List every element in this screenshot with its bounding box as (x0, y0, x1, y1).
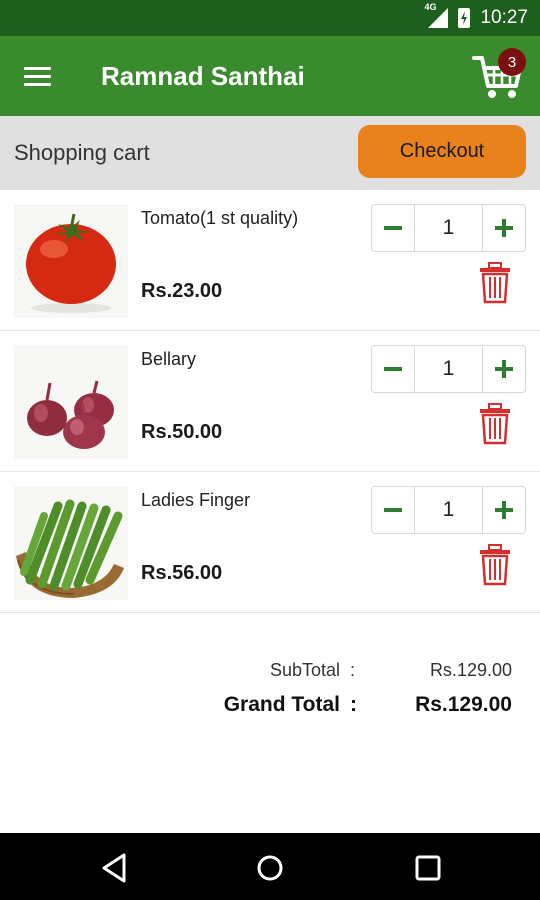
item-name: Ladies Finger (141, 490, 251, 510)
subtotal-value: Rs.129.00 (429, 660, 512, 680)
minus-icon (384, 367, 402, 371)
menu-icon[interactable] (24, 56, 64, 96)
checkout-button[interactable]: Checkout (358, 125, 526, 178)
back-icon[interactable] (98, 851, 132, 885)
plus-icon (495, 360, 513, 378)
tomato-image (14, 204, 128, 318)
app-title: Ramnad Santhai (101, 60, 305, 91)
item-price: Rs.56.00 (141, 562, 223, 584)
cart-title: Shopping cart (14, 140, 150, 165)
cart-item: Tomato(1 st quality) Rs.23.00 1 (0, 190, 540, 331)
plus-icon (495, 501, 513, 519)
status-time: 10:27 (480, 7, 528, 28)
grand-total-value: Rs.129.00 (415, 693, 512, 716)
quantity-stepper: 1 (371, 345, 526, 393)
item-name: Tomato(1 st quality) (141, 208, 299, 228)
quantity-stepper: 1 (371, 486, 526, 534)
system-nav-bar (0, 833, 540, 900)
app-bar: Ramnad Santhai 3 (0, 36, 540, 116)
cart-button[interactable]: 3 (470, 48, 526, 104)
recents-icon[interactable] (411, 851, 445, 885)
signal-icon: 4G (424, 2, 449, 28)
minus-icon (384, 508, 402, 512)
item-price: Rs.23.00 (141, 280, 223, 302)
cart-count-badge: 3 (498, 48, 526, 76)
battery-icon (458, 8, 471, 28)
home-icon[interactable] (253, 851, 287, 885)
status-bar: 4G 10:27 (0, 0, 540, 36)
grand-total-label: Grand Total (223, 693, 340, 716)
cart-item: Bellary Rs.50.00 1 (0, 331, 540, 472)
increase-quantity-button[interactable] (482, 205, 525, 251)
delete-icon[interactable] (478, 262, 512, 304)
subtotal-label: SubTotal (269, 660, 340, 680)
decrease-quantity-button[interactable] (372, 346, 415, 392)
increase-quantity-button[interactable] (482, 487, 525, 533)
quantity-value[interactable]: 1 (415, 487, 482, 533)
quantity-stepper: 1 (371, 204, 526, 252)
cart-header: Shopping cart Checkout (0, 116, 540, 190)
delete-icon[interactable] (478, 403, 512, 445)
minus-icon (384, 226, 402, 230)
quantity-value[interactable]: 1 (415, 205, 482, 251)
network-type: 4G (424, 2, 437, 12)
decrease-quantity-button[interactable] (372, 487, 415, 533)
item-price: Rs.50.00 (141, 421, 223, 443)
cart-item: Ladies Finger Rs.56.00 1 (0, 472, 540, 613)
quantity-value[interactable]: 1 (415, 346, 482, 392)
decrease-quantity-button[interactable] (372, 205, 415, 251)
increase-quantity-button[interactable] (482, 346, 525, 392)
delete-icon[interactable] (478, 544, 512, 586)
plus-icon (495, 219, 513, 237)
subtotal-separator: : (350, 660, 356, 680)
item-name: Bellary (141, 349, 197, 369)
grand-total-separator: : (350, 693, 357, 716)
okra-image (14, 486, 128, 600)
onion-image (14, 345, 128, 459)
